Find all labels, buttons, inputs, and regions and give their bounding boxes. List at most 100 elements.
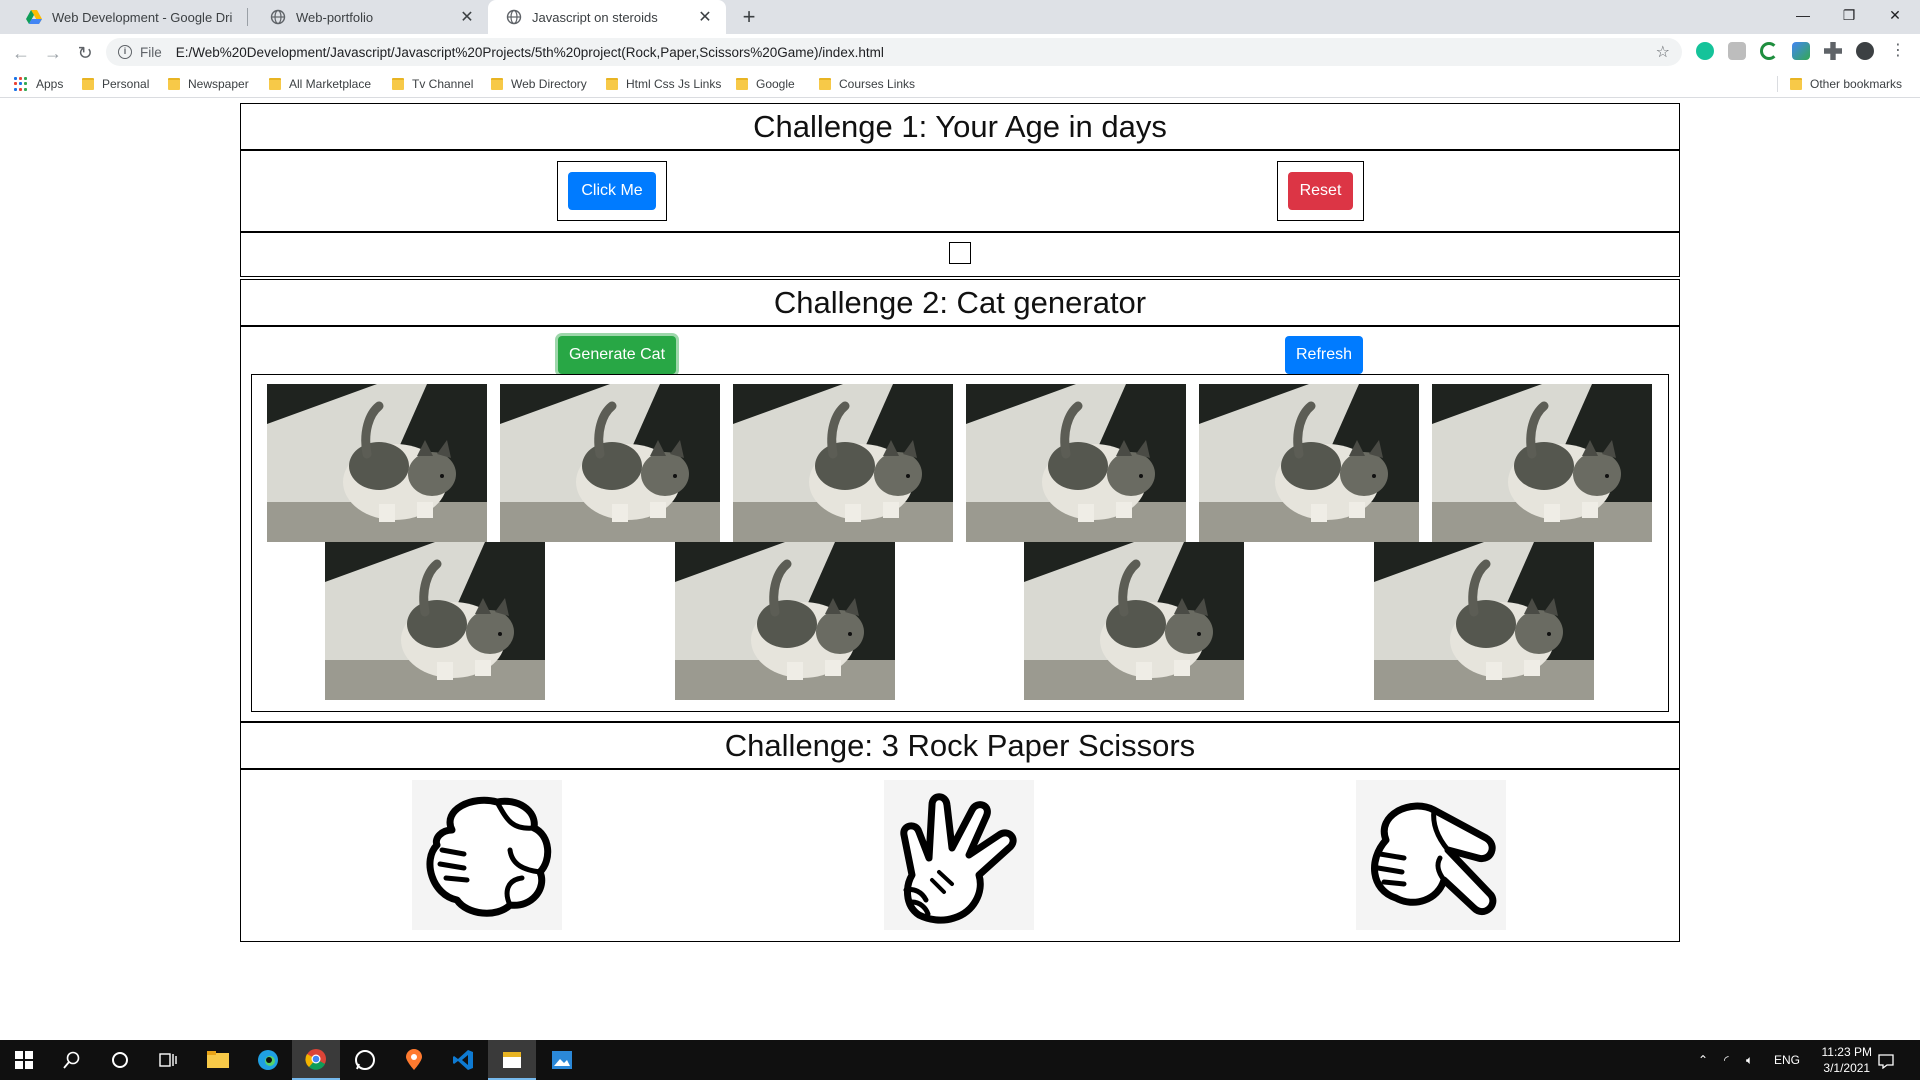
- folder-icon: [168, 78, 180, 90]
- bookmark-label: Web Directory: [511, 77, 587, 91]
- maps-pin-icon[interactable]: [390, 1040, 438, 1080]
- bookmark-star-icon[interactable]: ☆: [1656, 42, 1670, 62]
- browser-titlebar: Web Development - Google Driv Web-portfo…: [0, 0, 1920, 34]
- cat-photo-drawing: [1199, 384, 1419, 542]
- bookmark-all-marketplace[interactable]: All Marketplace: [269, 77, 371, 91]
- calendar-app-icon[interactable]: [488, 1040, 536, 1080]
- reset-button[interactable]: Reset: [1288, 172, 1353, 210]
- restore-icon[interactable]: ❐: [1826, 0, 1872, 34]
- click-me-button[interactable]: Click Me: [568, 172, 656, 210]
- cortana-icon[interactable]: [96, 1040, 144, 1080]
- age-result-box: [949, 242, 971, 264]
- tab-title: Web-portfolio: [296, 9, 374, 25]
- avatar[interactable]: [1856, 42, 1874, 60]
- language-indicator[interactable]: ENG: [1774, 1040, 1800, 1080]
- bookmark-html-css-js-links[interactable]: Html Css Js Links: [606, 77, 721, 91]
- bookmark-apps[interactable]: Apps: [14, 77, 63, 91]
- forward-arrow-icon[interactable]: →: [40, 40, 66, 66]
- chrome-icon[interactable]: [292, 1040, 340, 1080]
- bookmarks-bar: Apps Personal Newspaper All Marketplace …: [0, 70, 1920, 98]
- rock-choice[interactable]: [412, 780, 562, 930]
- address-bar[interactable]: i File E:/Web%20Development/Javascript/J…: [106, 38, 1682, 66]
- bookmark-label: Other bookmarks: [1810, 77, 1903, 91]
- tab-web-development[interactable]: Web Development - Google Driv: [8, 0, 244, 34]
- extension-icon[interactable]: [1728, 42, 1746, 60]
- bookmark-label: All Marketplace: [289, 77, 372, 91]
- search-icon[interactable]: [48, 1040, 96, 1080]
- challenge1-title: Challenge 1: Your Age in days: [753, 108, 1167, 144]
- clock-time: 11:23 PM: [1821, 1045, 1872, 1059]
- reset-wrapper: Reset: [1277, 161, 1364, 221]
- reload-icon[interactable]: ↻: [72, 40, 98, 66]
- folder-icon: [392, 78, 404, 90]
- close-window-icon[interactable]: ✕: [1872, 0, 1918, 34]
- challenge2-title: Challenge 2: Cat generator: [773, 284, 1147, 320]
- page-content: Challenge 1: Your Age in days Click Me R…: [0, 99, 1920, 1039]
- bookmark-newspaper[interactable]: Newspaper: [168, 77, 249, 91]
- system-clock[interactable]: 11:23 PM 3/1/2021: [1822, 1044, 1872, 1076]
- new-tab-button[interactable]: +: [736, 4, 762, 30]
- wifi-icon[interactable]: ◜: [1724, 1040, 1729, 1080]
- cat-photo-drawing: [675, 542, 895, 700]
- windows-taskbar: ⌃ ◜ 🔈︎ ENG 11:23 PM 3/1/2021: [0, 1040, 1920, 1080]
- refresh-button[interactable]: Refresh: [1285, 336, 1363, 374]
- tab-javascript-on-steroids[interactable]: Javascript on steroids ✕: [488, 0, 726, 34]
- task-view-icon[interactable]: [144, 1040, 192, 1080]
- vscode-icon[interactable]: [439, 1040, 487, 1080]
- tab-web-portfolio[interactable]: Web-portfolio ✕: [252, 0, 488, 34]
- close-icon[interactable]: ✕: [696, 7, 714, 27]
- cat-image: [1432, 384, 1652, 542]
- paper-choice[interactable]: [884, 780, 1034, 930]
- cat-photo-drawing: [267, 384, 487, 542]
- cat-image: [1024, 542, 1244, 700]
- google-drive-icon: [26, 10, 42, 24]
- challenge2-container: Generate Cat Refresh: [240, 326, 1680, 722]
- edge-icon[interactable]: [244, 1040, 292, 1080]
- whatsapp-icon[interactable]: [341, 1040, 389, 1080]
- bookmark-other[interactable]: Other bookmarks: [1790, 77, 1902, 91]
- clock-date: 3/1/2021: [1823, 1061, 1871, 1075]
- bookmark-personal[interactable]: Personal: [82, 77, 149, 91]
- back-arrow-icon[interactable]: ←: [8, 40, 34, 66]
- generate-cat-button[interactable]: Generate Cat: [558, 336, 676, 374]
- challenge3-heading-box: Challenge: 3 Rock Paper Scissors: [240, 722, 1680, 769]
- menu-kebab-icon[interactable]: ⋮: [1890, 42, 1906, 60]
- grammarly-extension-icon[interactable]: [1696, 42, 1714, 60]
- extension-image-icon[interactable]: [1792, 42, 1810, 60]
- bookmark-google[interactable]: Google: [736, 77, 795, 91]
- challenge3-title: Challenge: 3 Rock Paper Scissors: [724, 727, 1196, 763]
- extension-c-icon[interactable]: [1760, 42, 1778, 60]
- windows-start-icon[interactable]: [0, 1040, 48, 1080]
- cat-photo-drawing: [500, 384, 720, 542]
- bookmark-label: Personal: [102, 77, 150, 91]
- notifications-icon[interactable]: [1878, 1040, 1902, 1080]
- tab-title: Web Development - Google Driv: [52, 9, 232, 25]
- minimize-icon[interactable]: —: [1780, 0, 1826, 34]
- globe-icon: [270, 9, 286, 25]
- bookmark-web-directory[interactable]: Web Directory: [491, 77, 587, 91]
- chevron-up-icon[interactable]: ⌃: [1698, 1040, 1708, 1080]
- bookmark-label: Google: [756, 77, 795, 91]
- photo-app-icon[interactable]: [538, 1040, 586, 1080]
- cat-image: [500, 384, 720, 542]
- close-icon[interactable]: ✕: [458, 7, 476, 27]
- challenge3-container: [240, 769, 1680, 942]
- volume-icon[interactable]: 🔈︎: [1746, 1040, 1753, 1080]
- cat-photo-drawing: [733, 384, 953, 542]
- cat-photo-drawing: [325, 542, 545, 700]
- cat-image: [1199, 384, 1419, 542]
- bookmark-label: Apps: [36, 77, 64, 91]
- cat-flex-box: [251, 374, 1669, 712]
- cat-image: [966, 384, 1186, 542]
- bookmark-courses-links[interactable]: Courses Links: [819, 77, 915, 91]
- paper-hand-icon: [900, 793, 1017, 924]
- scissors-choice[interactable]: [1356, 780, 1506, 930]
- folder-icon: [606, 78, 618, 90]
- folder-icon: [736, 78, 748, 90]
- tab-separator: [247, 8, 248, 26]
- click-me-wrapper: Click Me: [557, 161, 667, 221]
- bookmark-tv-channel[interactable]: Tv Channel: [392, 77, 473, 91]
- info-icon[interactable]: i: [118, 45, 132, 59]
- file-explorer-icon[interactable]: [194, 1040, 242, 1080]
- cat-image: [1374, 542, 1594, 700]
